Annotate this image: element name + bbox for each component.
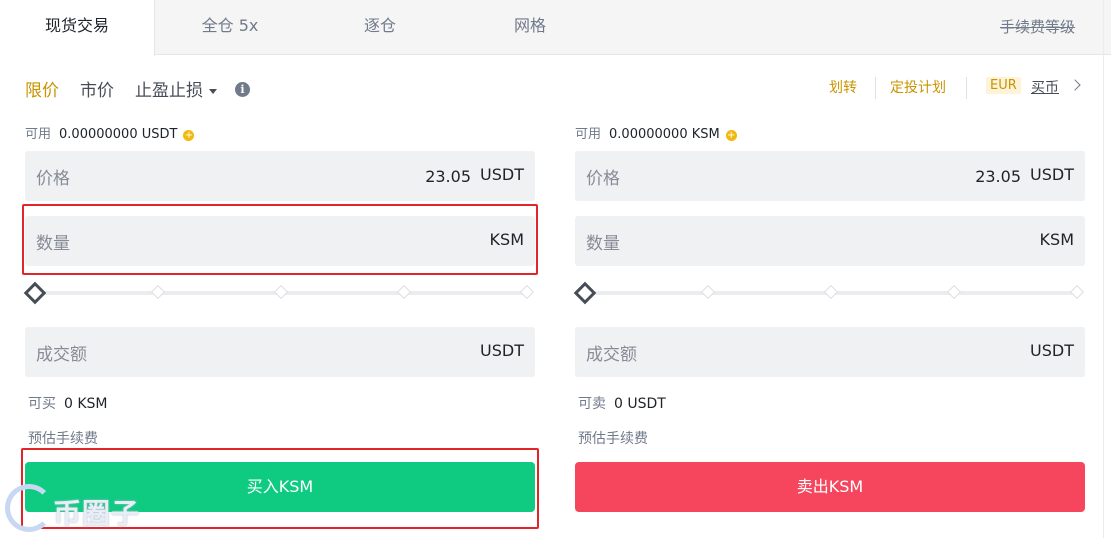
price-label: 价格 <box>36 169 70 189</box>
add-funds-icon[interactable]: + <box>183 130 195 141</box>
slider-step-50[interactable] <box>823 284 839 300</box>
price-label: 价格 <box>586 169 620 189</box>
buy-price-field[interactable]: 价格 23.05 USDT <box>25 151 535 201</box>
slider-step-100[interactable] <box>519 284 535 300</box>
sell-percent-slider[interactable] <box>573 281 1085 305</box>
sell-available: 可用 0.00000000 KSM + <box>575 123 737 142</box>
price-unit: USDT <box>1030 165 1074 184</box>
buy-available: 可用 0.00000000 USDT + <box>25 123 195 142</box>
slider-handle[interactable] <box>573 281 597 305</box>
slider-step-25[interactable] <box>700 284 716 300</box>
buy-max-info: 可买 0 KSM <box>28 393 108 413</box>
sell-fee-info: 预估手续费 <box>578 431 648 447</box>
slider-step-75[interactable] <box>396 284 412 300</box>
total-unit: USDT <box>480 341 524 360</box>
total-unit: USDT <box>1030 341 1074 360</box>
max-sell-label: 可卖 <box>578 396 606 412</box>
max-buy-value: 0 KSM <box>64 396 108 412</box>
amount-label: 数量 <box>586 234 620 254</box>
buy-percent-slider[interactable] <box>23 281 535 305</box>
sell-max-info: 可卖 0 USDT <box>578 393 666 413</box>
slider-step-50[interactable] <box>273 284 289 300</box>
watermark-logo: 币圈子 <box>5 478 165 538</box>
available-value: 0.00000000 USDT <box>59 127 178 142</box>
slider-handle[interactable] <box>23 281 47 305</box>
slider-step-75[interactable] <box>946 284 962 300</box>
watermark-ring-icon <box>5 484 53 532</box>
available-label: 可用 <box>25 127 52 142</box>
amount-label: 数量 <box>36 234 70 254</box>
price-unit: USDT <box>480 165 524 184</box>
sell-total-field[interactable]: 成交额 USDT <box>575 327 1085 377</box>
max-buy-label: 可买 <box>28 396 56 412</box>
amount-unit: KSM <box>489 230 524 249</box>
buy-panel: 可用 0.00000000 USDT + 价格 23.05 USDT 数量 KSM … <box>23 0 535 538</box>
amount-unit: KSM <box>1039 230 1074 249</box>
available-label: 可用 <box>575 127 602 142</box>
watermark-text: 币圈子 <box>53 497 141 530</box>
max-sell-value: 0 USDT <box>614 396 666 412</box>
sell-panel: 可用 0.00000000 KSM + 价格 23.05 USDT 数量 KSM 成… <box>573 0 1085 538</box>
buy-amount-field[interactable]: 数量 KSM <box>25 216 535 266</box>
sell-button[interactable]: 卖出KSM <box>575 462 1085 512</box>
slider-step-100[interactable] <box>1069 284 1085 300</box>
available-value: 0.00000000 KSM <box>609 127 720 142</box>
add-funds-icon[interactable]: + <box>725 130 737 141</box>
price-input[interactable]: 23.05 <box>975 167 1021 186</box>
total-label: 成交额 <box>36 345 87 365</box>
slider-step-25[interactable] <box>150 284 166 300</box>
buy-total-field[interactable]: 成交额 USDT <box>25 327 535 377</box>
sell-price-field[interactable]: 价格 23.05 USDT <box>575 151 1085 201</box>
buy-fee-info: 预估手续费 <box>28 431 98 447</box>
total-label: 成交额 <box>586 345 637 365</box>
sell-amount-field[interactable]: 数量 KSM <box>575 216 1085 266</box>
price-input[interactable]: 23.05 <box>425 167 471 186</box>
